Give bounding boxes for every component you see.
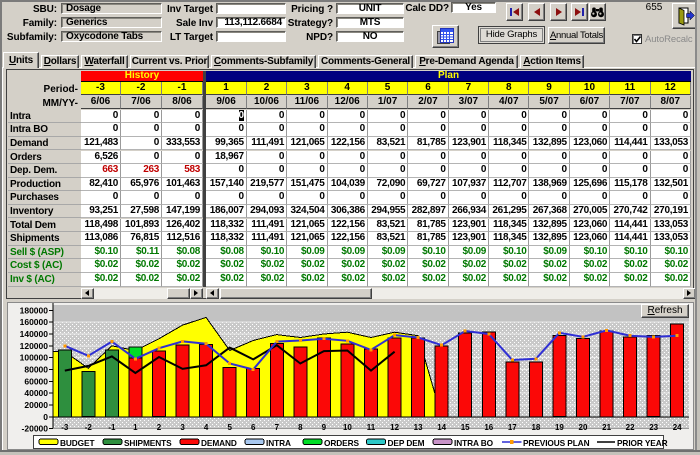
svg-text:100000: 100000 <box>20 353 49 363</box>
svg-text:-20000: -20000 <box>22 424 49 434</box>
svg-text:160000: 160000 <box>20 317 49 327</box>
svg-text:40000: 40000 <box>24 388 48 398</box>
svg-text:5: 5 <box>227 423 232 432</box>
svg-text:19: 19 <box>555 423 564 432</box>
svg-text:PREVIOUS PLAN: PREVIOUS PLAN <box>523 438 590 448</box>
svg-text:120000: 120000 <box>20 341 49 351</box>
svg-text:80000: 80000 <box>24 364 48 374</box>
svg-text:10: 10 <box>343 423 352 432</box>
svg-text:6: 6 <box>251 423 256 432</box>
svg-text:18: 18 <box>531 423 540 432</box>
svg-text:16: 16 <box>484 423 493 432</box>
svg-text:9: 9 <box>322 423 327 432</box>
svg-text:3: 3 <box>180 423 185 432</box>
svg-text:11: 11 <box>367 423 376 432</box>
svg-text:140000: 140000 <box>20 329 49 339</box>
svg-text:-1: -1 <box>108 423 116 432</box>
svg-text:INTRA: INTRA <box>266 438 291 448</box>
svg-text:7: 7 <box>275 423 280 432</box>
svg-text:BUDGET: BUDGET <box>60 438 94 448</box>
svg-text:15: 15 <box>461 423 470 432</box>
svg-text:2: 2 <box>157 423 162 432</box>
svg-text:SHIPMENTS: SHIPMENTS <box>124 438 172 448</box>
svg-text:12: 12 <box>390 423 399 432</box>
svg-text:0: 0 <box>43 412 48 422</box>
svg-text:20000: 20000 <box>24 400 48 410</box>
svg-text:ORDERS: ORDERS <box>324 438 359 448</box>
svg-text:20: 20 <box>579 423 588 432</box>
svg-text:13: 13 <box>414 423 423 432</box>
svg-text:DEP DEM: DEP DEM <box>388 438 425 448</box>
svg-text:22: 22 <box>626 423 635 432</box>
svg-text:1: 1 <box>133 423 138 432</box>
svg-text:8: 8 <box>298 423 303 432</box>
svg-text:180000: 180000 <box>20 305 49 315</box>
svg-text:4: 4 <box>204 423 209 432</box>
svg-text:INTRA BO: INTRA BO <box>454 438 494 448</box>
svg-text:PRIOR YEAR: PRIOR YEAR <box>617 438 668 448</box>
svg-text:60000: 60000 <box>24 376 48 386</box>
svg-text:-2: -2 <box>85 423 93 432</box>
svg-text:23: 23 <box>649 423 658 432</box>
svg-text:17: 17 <box>508 423 517 432</box>
svg-text:-3: -3 <box>61 423 69 432</box>
svg-text:24: 24 <box>673 423 682 432</box>
svg-text:14: 14 <box>437 423 446 432</box>
svg-text:DEMAND: DEMAND <box>201 438 237 448</box>
svg-text:21: 21 <box>602 423 611 432</box>
